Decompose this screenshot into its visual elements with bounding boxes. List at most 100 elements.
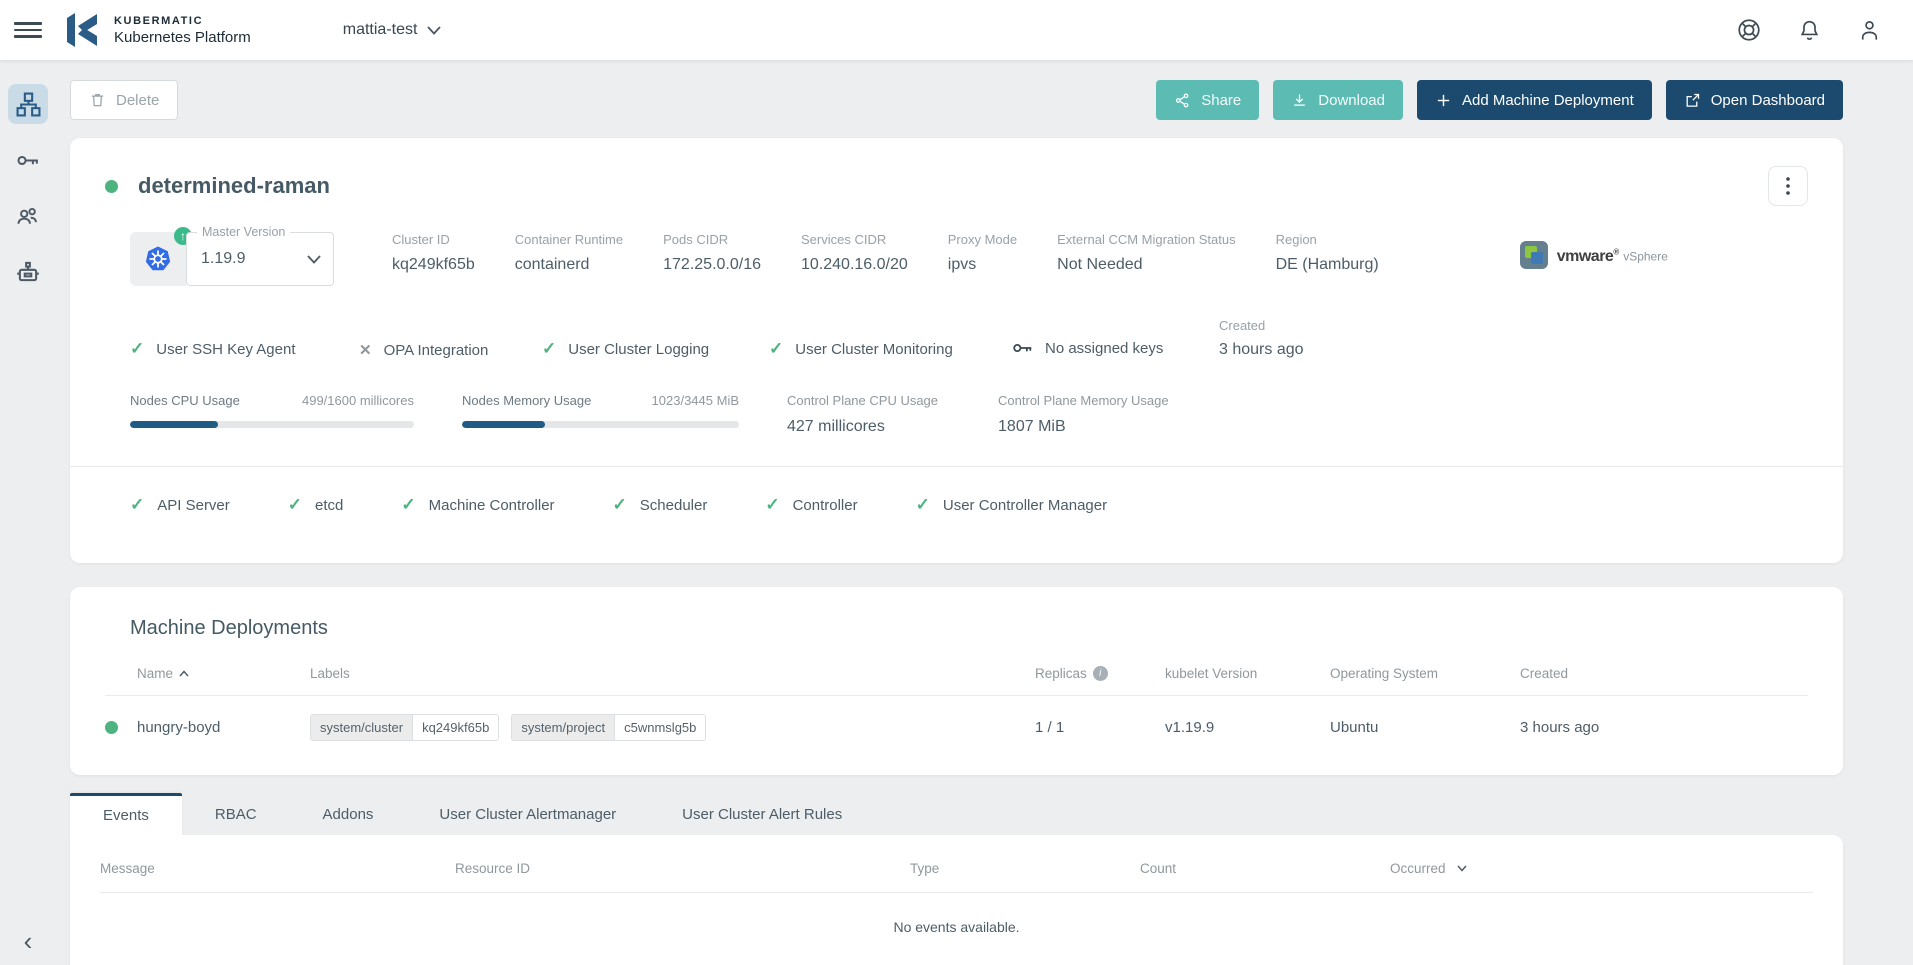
health-scheduler: ✓ Scheduler [613, 495, 708, 515]
info-field-proxy-mode: Proxy Mode ipvs [948, 232, 1017, 274]
sidebar-item-clusters[interactable] [8, 84, 48, 124]
tab-addons[interactable]: Addons [290, 793, 407, 835]
master-version-select[interactable]: Master Version 1.19.9 [186, 232, 334, 286]
info-field-container-runtime: Container Runtime containerd [515, 232, 623, 274]
health-etcd: ✓ etcd [288, 495, 344, 515]
master-version-label: Master Version [197, 225, 290, 239]
column-occurred[interactable]: Occurred [1390, 861, 1813, 876]
key-icon [16, 148, 41, 173]
tab-events[interactable]: Events [70, 793, 182, 835]
nodes-cpu-usage-bar [130, 421, 414, 428]
deployment-os: Ubuntu [1330, 719, 1520, 736]
info-field-ccm-migration-status: External CCM Migration Status Not Needed [1057, 232, 1235, 274]
sidebar-collapse-chevron[interactable]: ‹ [0, 927, 56, 955]
side-navigation: ‹ [0, 60, 56, 965]
column-count: Count [1140, 861, 1390, 876]
table-header-row: Name Labels Replicas i kubelet Version O… [105, 666, 1808, 696]
members-icon [15, 203, 41, 229]
check-icon: ✓ [288, 495, 302, 515]
feature-user-ssh-key-agent: ✓ ✕ User SSH Key Agent [130, 339, 359, 359]
ssh-keys-status: No assigned keys [1012, 337, 1219, 359]
feature-opa-integration: ✓ ✕ OPA Integration [359, 341, 542, 359]
check-icon: ✓ [401, 495, 415, 515]
events-header-row: Message Resource ID Type Count Occurred [100, 853, 1813, 893]
tab-user-cluster-alert-rules[interactable]: User Cluster Alert Rules [649, 793, 875, 835]
open-dashboard-label: Open Dashboard [1711, 92, 1825, 109]
check-icon: ✓ [769, 339, 783, 359]
info-field-cluster-id: Cluster ID kq249kf65b [392, 232, 475, 274]
info-icon[interactable]: i [1093, 666, 1108, 681]
cluster-name: determined-raman [138, 173, 330, 199]
vsphere-icon [1519, 240, 1549, 270]
master-version-value: 1.19.9 [201, 250, 245, 268]
cluster-actions-kebab-button[interactable] [1768, 166, 1808, 206]
registered-mark: ® [1613, 247, 1618, 256]
notifications-bell-icon[interactable] [1795, 16, 1823, 44]
kubermatic-logo-icon [64, 9, 102, 51]
column-name[interactable]: Name [137, 666, 310, 681]
external-link-icon [1684, 92, 1701, 109]
sort-desc-icon [1457, 865, 1467, 872]
check-icon: ✓ [613, 495, 627, 515]
deployment-created: 3 hours ago [1520, 719, 1808, 736]
divider [70, 466, 1843, 467]
machine-deployment-row[interactable]: hungry-boyd system/cluster kq249kf65b sy… [105, 696, 1808, 741]
share-label: Share [1201, 92, 1241, 109]
nodes-memory-usage: Nodes Memory Usage 1023/3445 MiB [462, 393, 739, 436]
deployment-kubelet-version: v1.19.9 [1165, 719, 1330, 736]
cluster-created: Created 3 hours ago [1219, 318, 1304, 359]
sidebar-item-ssh-keys[interactable] [8, 140, 48, 180]
machine-deployments-card: Machine Deployments Name Labels Replicas… [70, 587, 1843, 775]
tab-user-cluster-alertmanager[interactable]: User Cluster Alertmanager [406, 793, 649, 835]
help-icon[interactable] [1735, 16, 1763, 44]
brand-subtitle: Kubernetes Platform [114, 29, 251, 46]
info-field-services-cidr: Services CIDR 10.240.16.0/20 [801, 232, 908, 274]
download-icon [1291, 92, 1308, 109]
share-button[interactable]: Share [1156, 80, 1259, 120]
brand-title: KUBERMATIC [114, 15, 251, 27]
check-icon: ✓ [765, 495, 779, 515]
deployment-replicas: 1 / 1 [1035, 719, 1165, 736]
info-field-region: Region DE (Hamburg) [1276, 232, 1379, 274]
column-operating-system: Operating System [1330, 666, 1520, 681]
share-icon [1174, 92, 1191, 109]
events-card: Message Resource ID Type Count Occurred … [70, 835, 1843, 965]
events-empty-message: No events available. [100, 919, 1813, 935]
provider-logo: vmware® vSphere [1519, 240, 1668, 270]
kubernetes-logo-icon: ↑ [130, 232, 186, 286]
bottom-tabs: Events RBAC Addons User Cluster Alertman… [70, 793, 1843, 835]
column-kubelet-version: kubelet Version [1165, 666, 1330, 681]
x-icon: ✕ [359, 341, 372, 359]
check-icon: ✓ [916, 495, 930, 515]
project-name: mattia-test [343, 21, 418, 39]
sidebar-item-members[interactable] [8, 196, 48, 236]
deployment-status-dot [105, 721, 118, 734]
column-created: Created [1520, 666, 1808, 681]
tab-rbac[interactable]: RBAC [182, 793, 290, 835]
sort-asc-icon [179, 670, 189, 677]
check-icon: ✓ [130, 339, 144, 359]
health-machine-controller: ✓ Machine Controller [401, 495, 554, 515]
vmware-brand-text: vmware [1557, 248, 1614, 265]
chevron-down-icon [427, 26, 441, 35]
control-plane-cpu-usage: Control Plane CPU Usage 427 millicores [787, 393, 938, 436]
user-account-icon[interactable] [1855, 16, 1883, 44]
project-selector[interactable]: mattia-test [343, 21, 442, 39]
column-replicas: Replicas i [1035, 666, 1165, 681]
delete-button[interactable]: Delete [70, 80, 178, 120]
machine-deployments-table: Name Labels Replicas i kubelet Version O… [105, 666, 1808, 741]
plus-icon [1435, 92, 1452, 109]
add-machine-deployment-button[interactable]: Add Machine Deployment [1417, 80, 1652, 120]
cluster-status-dot [105, 180, 118, 193]
download-button[interactable]: Download [1273, 80, 1403, 120]
chevron-down-icon [307, 255, 321, 264]
sidebar-item-service-accounts[interactable] [8, 252, 48, 292]
control-plane-memory-usage: Control Plane Memory Usage 1807 MiB [998, 393, 1169, 436]
robot-icon [15, 259, 41, 285]
master-version-control: ↑ Master Version 1.19.9 [130, 232, 334, 286]
menu-icon[interactable] [14, 16, 42, 44]
download-label: Download [1318, 92, 1385, 109]
nodes-cpu-usage: Nodes CPU Usage 499/1600 millicores [130, 393, 414, 436]
open-dashboard-button[interactable]: Open Dashboard [1666, 80, 1843, 120]
feature-user-cluster-monitoring: ✓ ✕ User Cluster Monitoring [769, 339, 1012, 359]
